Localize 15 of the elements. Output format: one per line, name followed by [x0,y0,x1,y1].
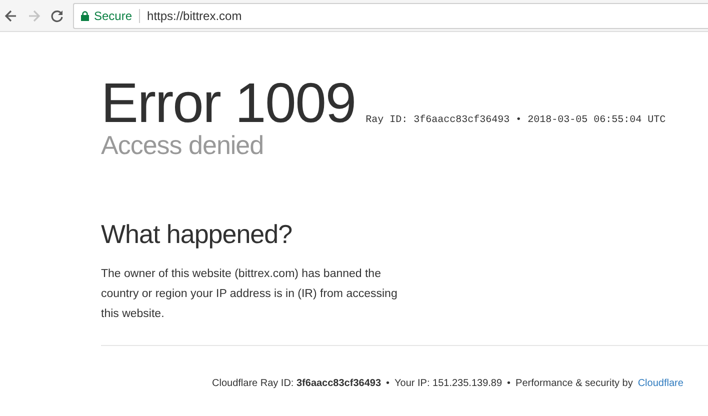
cloudflare-link[interactable]: Cloudflare [638,378,684,389]
lock-icon [81,10,89,20]
address-field[interactable]: Secure https://bittrex.com [73,2,708,28]
separator-dot: • [507,378,511,389]
footer-ray-id: Cloudflare Ray ID: 3f6aacc83cf36493 [212,378,382,389]
description-text: The owner of this website (bittrex.com) has banned the country or region your IP address is in (IR) from accessing this website. [101,267,398,322]
section-heading: What happened? [101,219,294,250]
url-text: https://bittrex.com [147,8,242,22]
separator-dot: • [386,378,390,389]
back-icon[interactable] [4,8,18,22]
security-label: Secure [94,8,132,22]
ray-id-text: Ray ID: 3f6aacc83cf36493 • 2018-03-05 06:55:04 UTC [366,115,666,126]
footer-ip: Your IP: 151.235.139.89 [394,378,502,389]
footer-performance: Performance & security by [516,378,633,389]
reload-icon[interactable] [50,8,64,22]
